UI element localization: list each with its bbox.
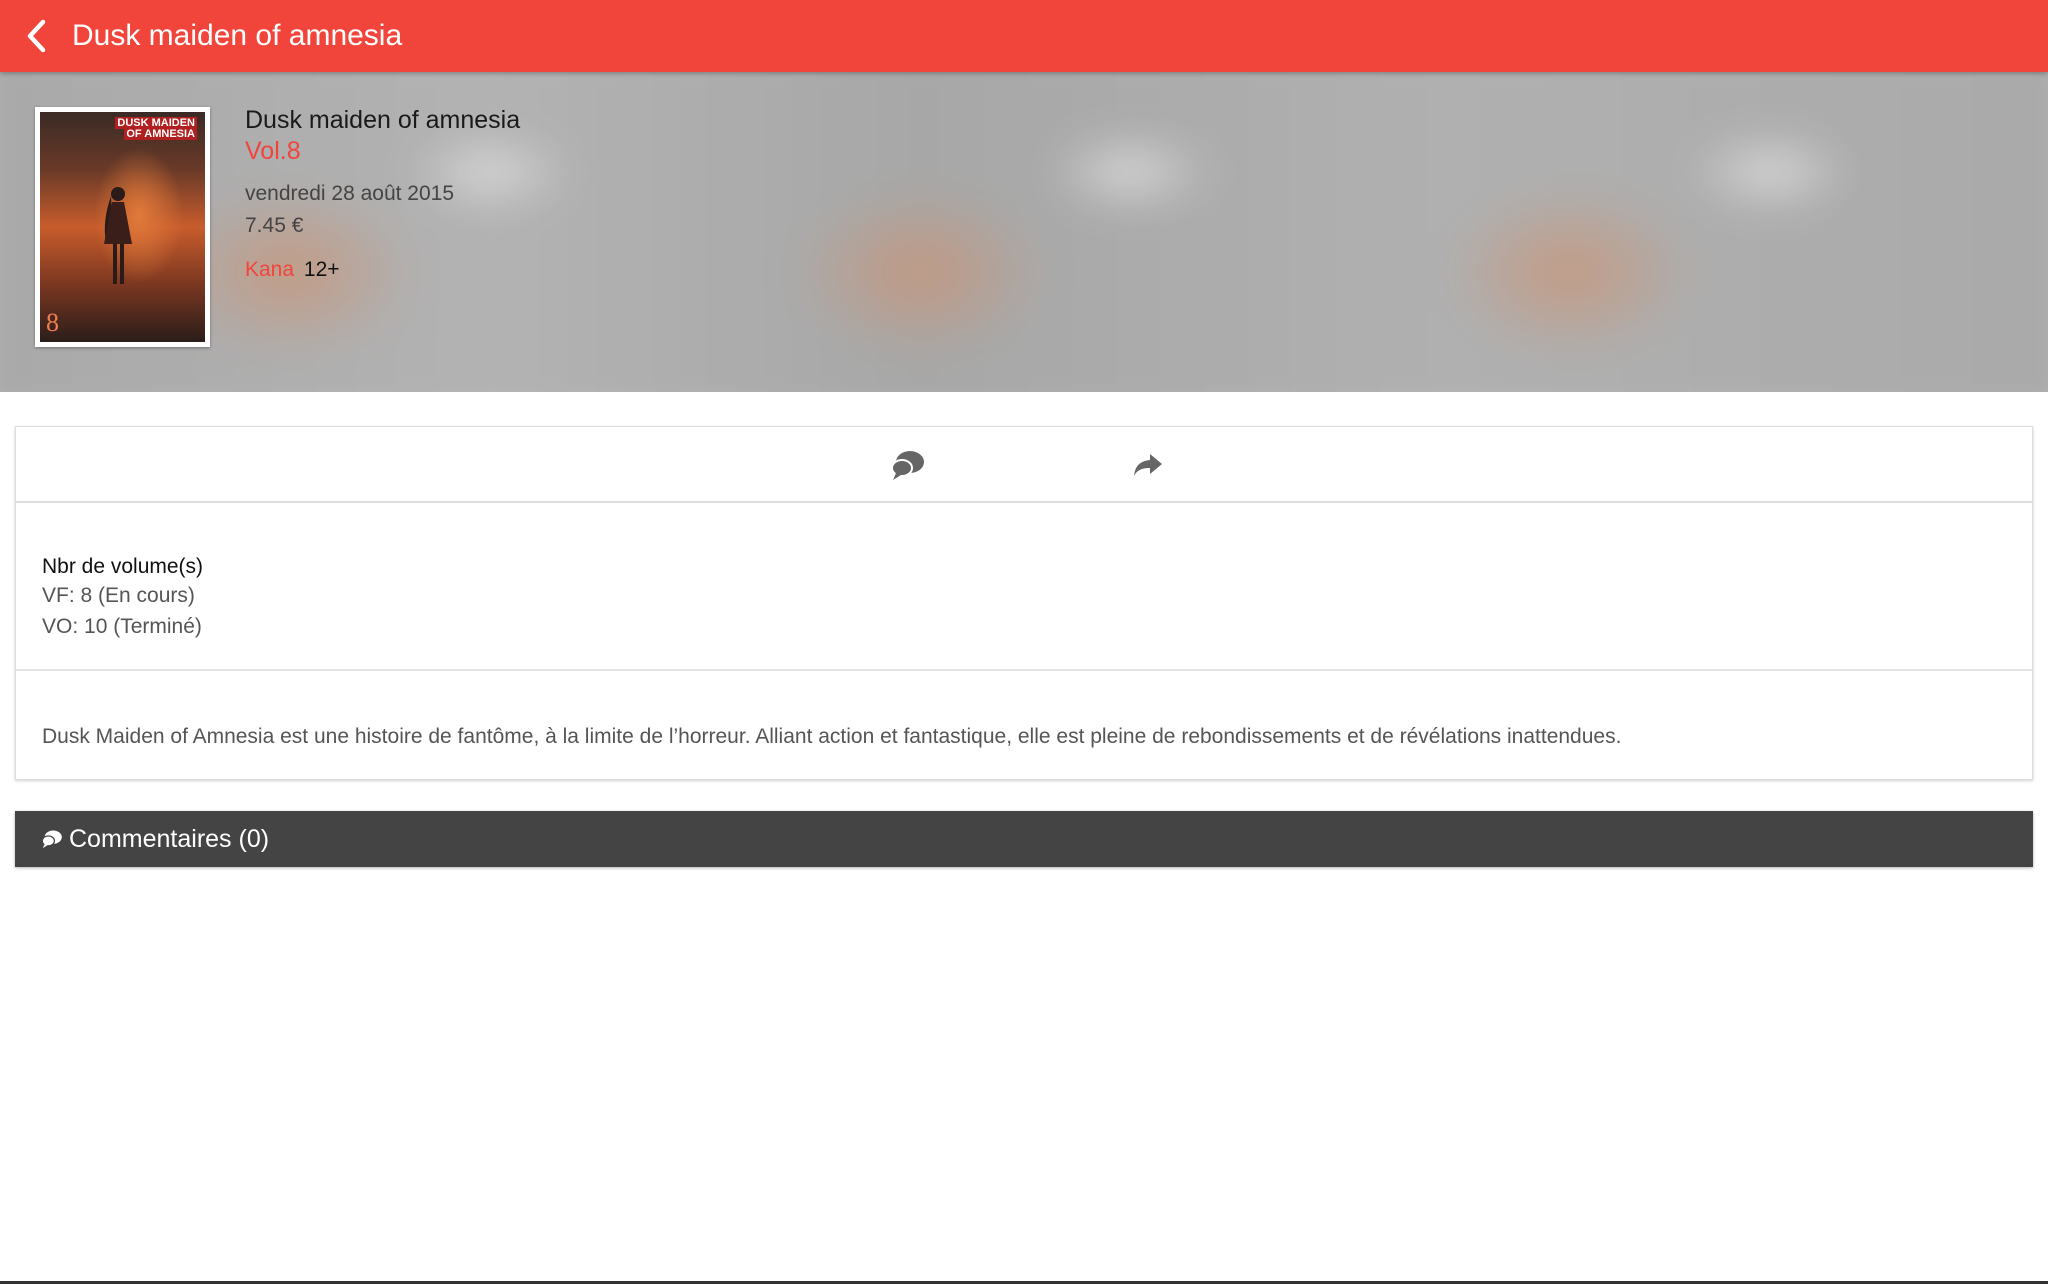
book-volume: Vol.8 <box>245 137 301 165</box>
comments-icon <box>41 827 65 851</box>
publisher-link[interactable]: Kana <box>245 258 294 281</box>
release-date: vendredi 28 août 2015 <box>245 182 455 205</box>
description-section: Dusk Maiden of Amnesia est une histoire … <box>16 671 2032 749</box>
back-button[interactable] <box>0 0 72 72</box>
cover-image: DUSK MAIDEN OF AMNESIA 8 <box>40 112 205 342</box>
cover-figure-illustration <box>104 187 132 284</box>
age-rating: 12+ <box>303 258 340 281</box>
share-button[interactable] <box>1126 443 1170 487</box>
book-cover[interactable]: DUSK MAIDEN OF AMNESIA 8 <box>35 107 210 347</box>
book-price: 7.45 € <box>245 214 304 237</box>
comments-header[interactable]: Commentaires (0) <box>15 811 2033 867</box>
volumes-vf: VF: 8 (En cours) <box>42 584 195 607</box>
action-bar <box>16 427 2032 503</box>
comment-button[interactable] <box>886 443 930 487</box>
back-chevron-icon <box>27 19 46 53</box>
volumes-vo: VO: 10 (Terminé) <box>42 615 202 638</box>
book-title: Dusk maiden of amnesia <box>245 106 521 134</box>
volumes-heading: Nbr de volume(s) <box>42 555 204 578</box>
description-text: Dusk Maiden of Amnesia est une histoire … <box>42 725 1622 748</box>
book-header: DUSK MAIDEN OF AMNESIA 8 Dusk maiden of … <box>0 72 2048 392</box>
details-card: Nbr de volume(s) VF: 8 (En cours) VO: 10… <box>15 426 2033 780</box>
book-info: Dusk maiden of amnesia Vol.8 vendredi 28… <box>245 106 520 282</box>
app-bar: Dusk maiden of amnesia <box>0 0 2048 72</box>
book-meta: Kana 12+ <box>245 258 520 282</box>
cover-logo: DUSK MAIDEN OF AMNESIA <box>115 117 197 140</box>
comments-label: Commentaires (0) <box>69 824 270 853</box>
volumes-section: Nbr de volume(s) VF: 8 (En cours) VO: 10… <box>16 503 2032 671</box>
chat-bubbles-icon <box>891 451 924 480</box>
cover-volume-number: 8 <box>46 308 59 337</box>
page-title: Dusk maiden of amnesia <box>72 19 403 52</box>
app-screen: Dusk maiden of amnesia DUSK MAIDEN OF AM… <box>0 0 2048 1284</box>
share-arrow-icon <box>1134 454 1162 476</box>
